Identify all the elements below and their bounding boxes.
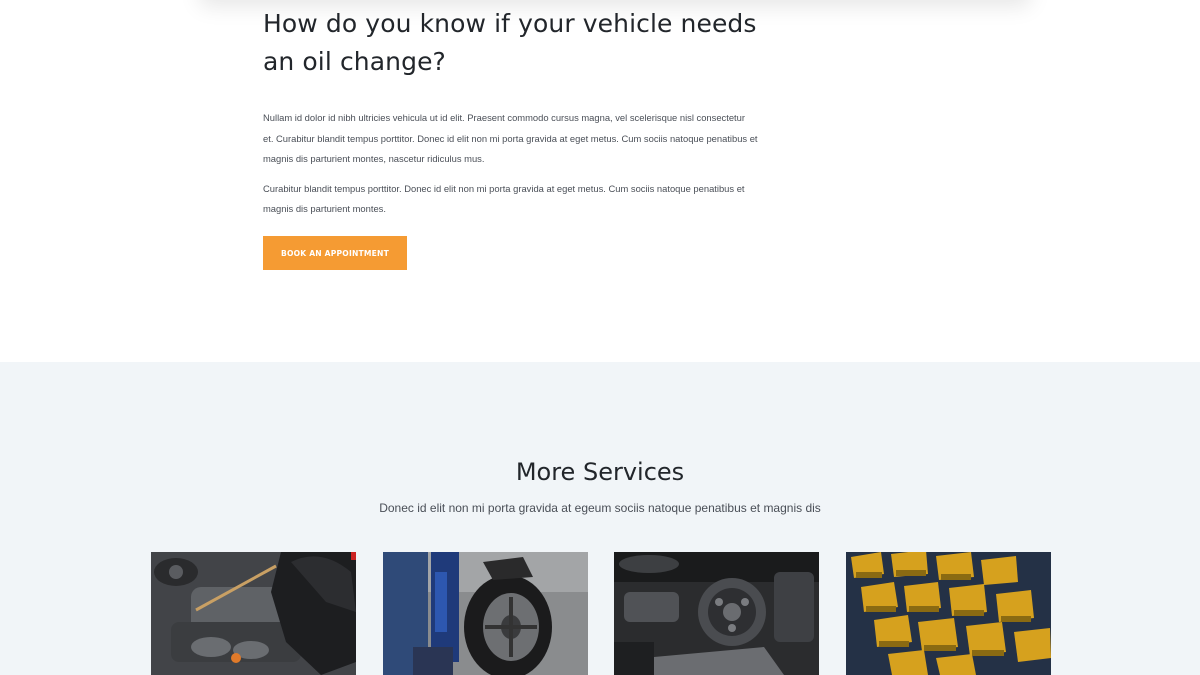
service-card-oil[interactable] <box>151 552 356 675</box>
tire-change-photo <box>383 552 588 675</box>
services-title: More Services <box>515 458 685 486</box>
intro-paragraph-2: Curabitur blandit tempus porttitor. Done… <box>263 182 745 215</box>
service-card-parts[interactable] <box>846 552 1051 675</box>
engine-pulley-photo <box>614 552 819 675</box>
engine-oil-dipstick-photo <box>151 552 356 675</box>
service-card-engine[interactable] <box>614 552 819 675</box>
section-heading: How do you know if your vehicle needs an… <box>263 9 757 76</box>
more-services-section: More Services Donec id elit non mi porta… <box>0 362 1200 675</box>
parts-bins-photo <box>846 552 1051 675</box>
oil-change-intro: How do you know if your vehicle needs an… <box>263 0 763 220</box>
service-card-tires[interactable] <box>383 552 588 675</box>
intro-paragraph-1: Nullam id dolor id nibh ultricies vehicu… <box>263 112 758 164</box>
services-subtitle: Donec id elit non mi porta gravida at eg… <box>379 501 821 515</box>
book-appointment-button[interactable]: BOOK AN APPOINTMENT <box>263 236 407 270</box>
